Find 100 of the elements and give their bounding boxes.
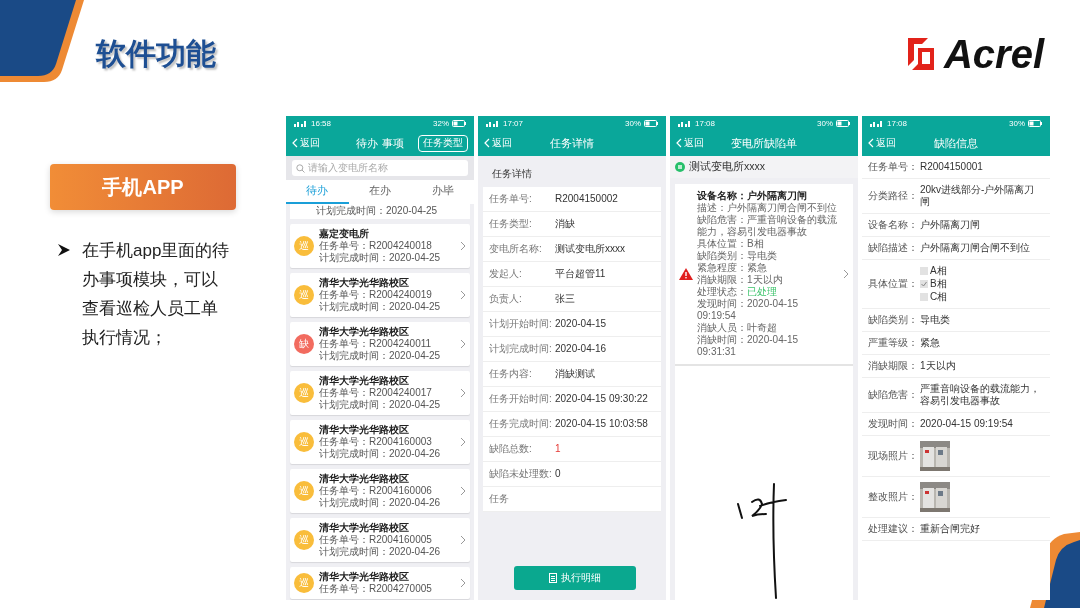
due-date: 计划完成时间：2020-04-26: [319, 546, 442, 558]
field-label: 整改照片：: [868, 491, 919, 503]
chevron-right-icon: [460, 437, 466, 447]
status-time: 17:07: [503, 118, 524, 128]
task-type-badge: 缺: [294, 334, 314, 354]
screen-title: 缺陷信息: [934, 135, 978, 151]
field-label: 负责人:: [489, 293, 523, 305]
task-item[interactable]: 巡 清华大学光华路校区 任务单号：R2004240019 计划完成时间：2020-04-25: [290, 273, 470, 317]
task-item[interactable]: 巡 清华大学光华路校区 任务单号：R2004160003 计划完成时间：2020-04-26: [290, 420, 470, 464]
battery-level: 32%: [433, 118, 449, 128]
task-number: 任务单号：R2004240017: [319, 387, 433, 399]
task-title: 嘉定变电所: [319, 228, 370, 240]
field-label: 任务类型:: [489, 218, 533, 230]
status-time: 17:08: [695, 118, 716, 128]
battery-level: 30%: [625, 118, 641, 128]
warning-icon: [679, 268, 693, 280]
checkbox-label: A相: [930, 265, 947, 277]
field-label: 具体位置：: [868, 278, 919, 290]
due-date: 计划完成时间：2020-04-25: [319, 350, 442, 362]
defect-field: 消缺期限：1天以内: [697, 274, 839, 286]
battery-icon: [452, 119, 466, 127]
status-time: 16:58: [311, 118, 332, 128]
screen-title: 任务详情: [550, 135, 594, 151]
field-label: 处理建议：: [868, 523, 919, 535]
field-label: 计划完成时间:: [489, 343, 553, 355]
task-title: 清华大学光华路校区: [319, 326, 410, 338]
defect-card[interactable]: 设备名称：户外隔离刀闸 描述：户外隔离刀闸合闸不到位 缺陷危害：严重音响设备的载流能力，容易引发电器事故 具体位置：B相 缺陷类别：导电类 紧急程度：紧急 消缺期限：1天以内 处理状态：已处理 发现时间：2020-04-15 09:19:54 消缺人员：叶奇超 消缺时间：2020-04-15 09:31:31: [675, 184, 853, 366]
signal-icon: [870, 119, 884, 127]
field-value: 测试变电所xxxx: [555, 243, 625, 255]
defect-field: 缺陷危害：严重音响设备的载流能力，容易引发电器事故: [697, 214, 839, 238]
field-label: 严重等级：: [868, 337, 919, 349]
task-number: 任务单号：R2004160006: [319, 485, 433, 497]
task-number: 任务单号：R2004240018: [319, 240, 433, 252]
station-name: 测试变电所xxxx: [689, 160, 765, 174]
task-number: 任务单号：R2004270005: [319, 583, 433, 595]
field-value: 2020-04-15 09:19:54: [920, 418, 1013, 430]
status-time: 17:08: [887, 118, 908, 128]
task-type-badge: 巡: [294, 573, 314, 593]
task-item[interactable]: 巡 清华大学光华路校区 任务单号：R2004240017 计划完成时间：2020-04-25: [290, 371, 470, 415]
signature-pad[interactable]: [675, 366, 853, 600]
field-label: 计划开始时间:: [489, 318, 553, 330]
field-label: 任务单号：: [868, 161, 919, 173]
task-title: 清华大学光华路校区: [319, 375, 410, 387]
field-value: 平台超管11: [555, 268, 606, 280]
field-label: 分类路径：: [868, 190, 919, 202]
due-date: 计划完成时间：2020-04-25: [319, 301, 442, 313]
task-number: 任务单号：R2004160005: [319, 534, 433, 546]
due-date: 计划完成时间：2020-04-25: [290, 204, 470, 219]
checkbox[interactable]: [920, 293, 928, 301]
screen-title: 待办 事项: [356, 135, 404, 151]
task-title: 清华大学光华路校区: [319, 424, 410, 436]
clipboard-icon: [549, 573, 557, 583]
field-label: 任务完成时间:: [489, 418, 553, 430]
task-item[interactable]: 巡 清华大学光华路校区 任务单号：R2004160006 计划完成时间：2020-04-26: [290, 469, 470, 513]
field-label: 任务单号:: [489, 193, 533, 205]
chevron-right-icon: [460, 388, 466, 398]
section-title: 任务详情: [491, 167, 533, 181]
chevron-right-icon: [460, 241, 466, 251]
field-value: 导电类: [920, 314, 950, 326]
field-label: 现场照片：: [868, 450, 919, 462]
section-label: 手机APP: [50, 164, 236, 210]
field-value: R2004150001: [920, 161, 983, 173]
due-date: 计划完成时间：2020-04-26: [319, 448, 442, 460]
field-value: 消缺测试: [555, 368, 595, 380]
signal-icon: [678, 119, 692, 127]
field-label: 设备名称：: [868, 219, 919, 231]
battery-level: 30%: [1009, 118, 1025, 128]
field-label: 缺陷描述：: [868, 242, 919, 254]
field-value: 0: [555, 468, 561, 480]
task-type-badge: 巡: [294, 383, 314, 403]
field-label: 发起人:: [489, 268, 523, 280]
field-label: 消缺期限：: [868, 360, 919, 372]
checkbox[interactable]: [920, 267, 928, 275]
defect-field: 描述：户外隔离刀闸合闸不到位: [697, 202, 839, 214]
due-date: 计划完成时间：2020-04-25: [319, 252, 442, 264]
checkbox-label: B相: [930, 278, 947, 290]
task-title: 清华大学光华路校区: [319, 522, 410, 534]
search-icon: [296, 163, 305, 173]
task-item[interactable]: 巡 清华大学光华路校区 任务单号：R2004160005 计划完成时间：2020-04-26: [290, 518, 470, 562]
field-value: 张三: [555, 293, 575, 305]
field-value: 2020-04-15: [555, 318, 607, 330]
field-label: 缺陷总数:: [489, 443, 533, 455]
task-type-badge: 巡: [294, 432, 314, 452]
checkbox[interactable]: [920, 280, 928, 288]
battery-icon: [1028, 119, 1042, 127]
task-item[interactable]: 巡 嘉定变电所 任务单号：R2004240018 计划完成时间：2020-04-25: [290, 224, 470, 268]
defect-field: 处理状态：已处理: [697, 286, 839, 298]
due-date: 计划完成时间：2020-04-25: [319, 399, 442, 411]
task-item[interactable]: 缺 清华大学光华路校区 任务单号：R2004240011 计划完成时间：2020-04-25: [290, 322, 470, 366]
field-value: 严重音响设备的载流能力，容易引发电器事故: [920, 383, 1041, 407]
task-number: 任务单号：R2004240019: [319, 289, 433, 301]
field-value: 消缺: [555, 218, 575, 230]
battery-icon: [836, 119, 850, 127]
task-number: 任务单号：R2004160003: [319, 436, 433, 448]
field-label: 任务开始时间:: [489, 393, 553, 405]
battery-level: 30%: [817, 118, 833, 128]
defect-field: 消缺人员：叶奇超: [697, 322, 839, 334]
due-date: 计划完成时间：2020-04-26: [319, 497, 442, 509]
back-icon: [868, 138, 874, 148]
field-value: R2004150002: [555, 193, 618, 205]
